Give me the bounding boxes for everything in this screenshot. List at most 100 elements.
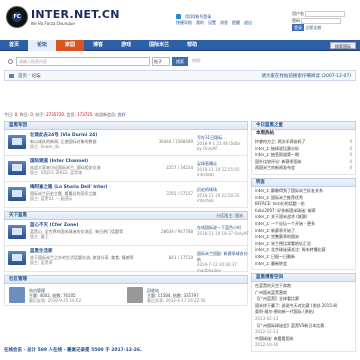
forum-row[interactable]: 壮哉此去24号 (Via Durini 24) 新以球队的新闻, 正使国际对象的… xyxy=(4,130,248,156)
list-item[interactable]: inter_z: 抽球说比赛分析 0 xyxy=(255,146,352,153)
search-input[interactable]: 请输入搜索内容 xyxy=(16,56,150,66)
settings-link[interactable]: 设置 xyxy=(208,20,216,26)
last-post-user[interactable]: by OnlyHF xyxy=(197,146,249,152)
list-item-text[interactable]: inter_z: 国际米兰推荐优秀 xyxy=(255,195,352,202)
nav-home[interactable]: 首页 xyxy=(0,40,28,51)
list-item-text[interactable]: 国外比较评论: 新赛季国米 xyxy=(255,159,347,166)
list-item-text[interactable]: 两国米兰的新闻发布会 xyxy=(255,165,347,172)
list-item[interactable]: 在蓝黑的天空下奔跑 xyxy=(255,283,352,290)
last-post-title[interactable]: 国际米兰搭配: 新赛季球衣分析 xyxy=(197,251,249,262)
list-item-text[interactable]: inter_z: 静静得到了国际米兰好友关系 xyxy=(255,188,352,195)
breadcrumb-current[interactable]: 论坛 xyxy=(32,73,41,79)
list-item[interactable]: 抄袭何方之: 两次半两爸妈了 0 xyxy=(255,139,352,146)
forum-moderators: 版主: 蓝黑草 xyxy=(30,260,53,265)
reminder-link[interactable]: 提醒 xyxy=(232,20,240,26)
list-item-text[interactable]: inter_z: 一个论坛一个开始 - 更多 xyxy=(255,221,352,228)
admin-forum-icon[interactable] xyxy=(9,287,25,303)
forum-icon[interactable] xyxy=(8,251,26,265)
list-item[interactable]: inter_z: 日报一日最新 xyxy=(255,254,352,261)
list-item-text[interactable]: inter_z: 米兰德比观看地址汇总 xyxy=(255,241,352,248)
list-item[interactable]: inter_z: 新赛季开始了 xyxy=(255,228,352,235)
forum-row[interactable]: 蓝黑生活家 关于国际米兰之外的生活话题交流, 旅游分享, 美食, 情感等 版主:… xyxy=(4,246,249,273)
forum-row[interactable]: 蓝心不灭 (Cfer Zone) 蓝黑心, 全世界的国米球迷的交流区, 每日热门… xyxy=(4,220,249,246)
list-item-text[interactable]: inter_z: 日报一日最新 xyxy=(255,254,352,261)
list-item[interactable]: inter_z: 完整赛季的国米 xyxy=(255,234,352,241)
forum-icon[interactable] xyxy=(8,161,26,175)
forum-icon[interactable] xyxy=(8,225,26,239)
hot-threads-list: 抄袭何方之: 两次半两爸妈了 0 inter_z: 抽球说比赛分析 0 inter_… xyxy=(251,138,356,175)
home-icon[interactable] xyxy=(9,73,14,78)
list-item: 2012-12-23 xyxy=(255,329,352,336)
search-button[interactable]: 搜索 xyxy=(172,56,188,66)
list-item-text[interactable]: inter_z: 新赛季开始了 xyxy=(255,228,352,235)
list-item-text[interactable]: inter_z: 最新转会 xyxy=(255,261,352,268)
recycle-bin-icon[interactable] xyxy=(127,287,143,303)
list-item-text[interactable]: 中国球迷: 来看看国米 xyxy=(255,336,352,343)
list-item[interactable]: inter_z: 国际米兰推荐优秀 xyxy=(255,195,352,202)
list-item-text[interactable]: inter_z: 北京球迷请关注: 周末转播比赛 xyxy=(255,247,352,254)
list-item[interactable]: inter_z: 米兰德比观看地址汇总 xyxy=(255,241,352,248)
list-item-text[interactable]: BFFACE: he(冰)的话题 - 帖 xyxy=(255,201,352,208)
list-item-text[interactable]: fulisi2007: 好多新国米球迷: 邮寄 xyxy=(255,208,352,215)
site-logo[interactable]: FC INTER.NET.CN Ne Ha Forza Ovunque xyxy=(6,6,120,28)
forum-row[interactable]: 梅阿查之路 (La Storia Dell' Inter) 国际米兰历史主题, … xyxy=(4,182,248,208)
list-item-text[interactable]: 广州国米蓝黑营地 xyxy=(255,290,352,297)
list-item[interactable]: fulisi2007: 好多新国米球迷: 邮寄 xyxy=(255,208,352,215)
breadcrumb-home[interactable]: 首页 xyxy=(18,73,27,79)
list-item-text[interactable]: inter_z: 关于国米战术 (联赛) xyxy=(255,214,352,221)
search-type-select[interactable]: 帖子 xyxy=(152,56,170,66)
list-item[interactable]: inter_z: 抽签报道第一期 0 xyxy=(255,152,352,159)
list-item-text[interactable]: inter_z: 抽球说比赛分析 xyxy=(255,146,347,153)
messages-link[interactable]: 消息 xyxy=(220,20,228,26)
list-item-text[interactable]: 【广州蓝黑】全体看比赛 xyxy=(255,296,352,303)
forum-last-post: 足球直播论 2018-11-19 22:55:05 interbob xyxy=(197,161,249,178)
section-header[interactable]: 蓝黑军团 xyxy=(4,121,248,130)
list-item[interactable]: 中国球迷: 来看看国米 xyxy=(255,336,352,343)
nav-search-button[interactable]: 搜索国际 xyxy=(330,41,356,49)
forum-icon[interactable] xyxy=(8,187,26,201)
list-item[interactable]: 【广州蓝黑】全体看比赛 xyxy=(255,296,352,303)
list-item[interactable]: 国米终于赢了: 说说今天对比赛 (发帖 2015-8) xyxy=(255,303,352,310)
list-item-text[interactable]: inter_z: 完整赛季的国米 xyxy=(255,234,352,241)
nav-blog[interactable]: 博客 xyxy=(84,40,112,51)
list-item[interactable]: 广州国米蓝黑营地 xyxy=(255,290,352,297)
nav-games[interactable]: 游戏 xyxy=(112,40,140,51)
section-header[interactable]: 天下蓝黑 分区版主: 国米 xyxy=(4,211,248,220)
nav-inter-milan[interactable]: 国际米兰 xyxy=(140,40,178,51)
list-item-text[interactable]: 奥利-维尔-朝向新一代国际 (原帖) xyxy=(255,309,352,316)
list-item-count: 0 xyxy=(349,139,352,144)
nav-home-space[interactable]: 家园 xyxy=(56,39,85,51)
list-item[interactable]: inter_z: 静静得到了国际米兰好友关系 xyxy=(255,188,352,195)
list-item[interactable]: inter_z: 一个论坛一个开始 - 更多 xyxy=(255,221,352,228)
forum-row[interactable]: 国际频道 (Inter Channel) 欢迎大家来讨论国际米兰, 国际相关交流… xyxy=(4,156,248,182)
list-item[interactable]: BFFACE: he(冰)的话题 - 帖 xyxy=(255,201,352,208)
nav-forum[interactable]: 论坛 xyxy=(28,39,57,51)
quick-nav-link[interactable]: 快捷导航 xyxy=(176,20,192,26)
list-item[interactable]: inter_z: 最新转会 xyxy=(255,261,352,268)
list-item-text[interactable]: inter_z: 抽签报道第一期 xyxy=(255,152,347,159)
section-header[interactable]: 社区管理 xyxy=(4,275,248,284)
list-item[interactable]: 奥利-维尔-朝向新一代国际 (原帖) xyxy=(255,309,352,316)
list-item[interactable]: inter_z: 关于国米战术 (联赛) xyxy=(255,214,352,221)
list-item[interactable]: inter_z: 北京球迷请关注: 周末转播比赛 xyxy=(255,247,352,254)
newest-member-link[interactable]: 良好 xyxy=(118,112,126,117)
qq-icon xyxy=(176,14,181,19)
forum-icon[interactable] xyxy=(8,135,26,149)
forum-last-post: 写在31日国际... 2018-9-1 22:48 Oktbr by OnlyH… xyxy=(197,135,249,152)
list-item[interactable]: 两国米兰的新闻发布会 0 xyxy=(255,165,352,172)
forum-counts: 2257 / 34234 xyxy=(166,165,193,170)
register-link[interactable]: 立即注册 xyxy=(305,25,321,30)
logout-link[interactable]: 退出 xyxy=(244,20,252,26)
list-item-text[interactable]: 国米终于赢了: 说说今天对比赛 (发帖 2015-8) xyxy=(255,303,352,310)
members-count: 173725 xyxy=(77,112,93,117)
my-link[interactable]: 我的 xyxy=(196,20,204,26)
list-item-text[interactable]: 在蓝黑的天空下奔跑 xyxy=(255,283,352,290)
announcement-link[interactable]: 请大家在找帖前搜索仔细阅读 (2007-12-07) xyxy=(261,73,351,79)
login-button[interactable]: 登录 xyxy=(292,24,304,31)
nav-help[interactable]: 帮助 xyxy=(178,40,206,51)
list-item-text[interactable]: 抄袭何方之: 两次半两爸妈了 xyxy=(255,139,347,146)
list-item[interactable]: 【广州国际球迷会】蓝黑VS新日本比赛 xyxy=(255,323,352,330)
list-item[interactable]: 国外比较评论: 新赛季国米 0 xyxy=(255,159,352,166)
online-members[interactable]: 在线会员 - 总计 589 人在线 - 最高记录是 5500 于 2017-12… xyxy=(4,347,248,353)
list-item-text[interactable]: 【广州国际球迷会】蓝黑VS新日本比赛 xyxy=(255,323,352,330)
